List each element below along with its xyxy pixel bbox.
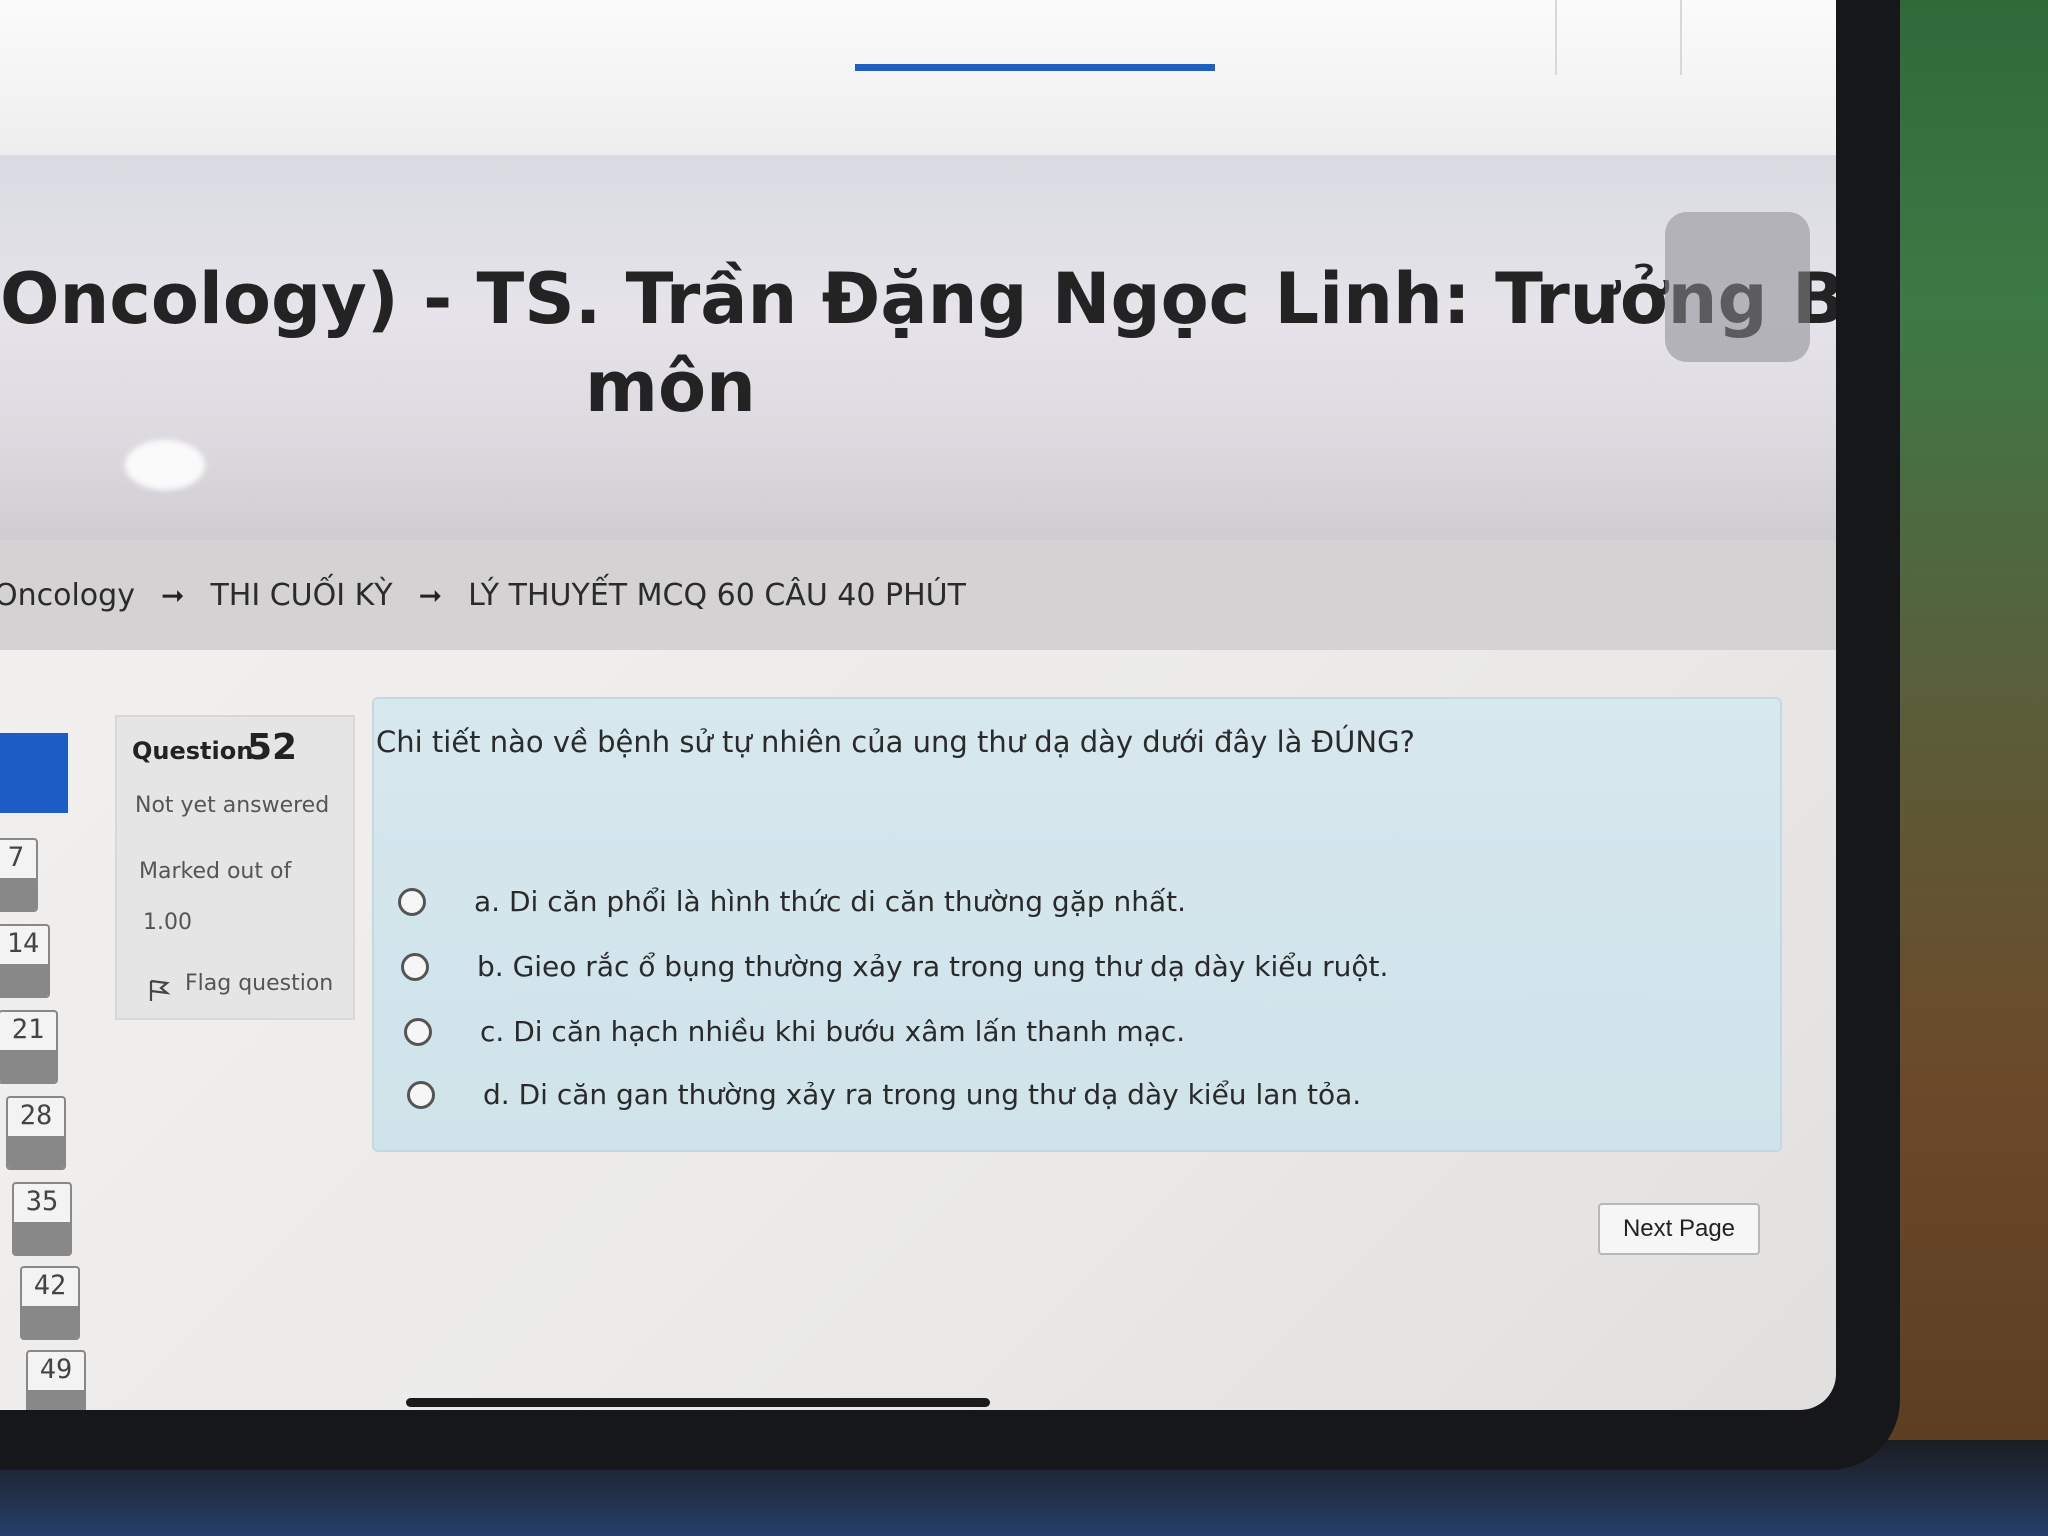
breadcrumb-item-course[interactable]: Oncology: [0, 578, 135, 613]
screen-glare: [125, 440, 205, 490]
quiz-nav-number: 28: [19, 1100, 53, 1131]
course-header-banner: [0, 155, 1836, 540]
desk-background: [1880, 0, 2048, 1536]
breadcrumb-arrow-icon: ➞: [160, 578, 185, 612]
quiz-nav-status-bar: [0, 878, 36, 910]
next-page-button[interactable]: Next Page: [1598, 1203, 1760, 1255]
quiz-nav-button-28[interactable]: 28: [6, 1096, 66, 1170]
marked-out-of-value: 1.00: [143, 910, 192, 935]
answer-option-a[interactable]: a. Di căn phổi là hình thức di căn thườn…: [398, 885, 1186, 918]
answer-label-d[interactable]: d. Di căn gan thường xảy ra trong ung th…: [483, 1078, 1361, 1111]
quiz-nav-status-bar: [0, 1050, 56, 1082]
marked-out-of-label: Marked out of: [139, 859, 292, 884]
answer-option-c[interactable]: c. Di căn hạch nhiều khi bướu xâm lấn th…: [404, 1015, 1185, 1048]
page-title-continuation: môn: [585, 346, 756, 428]
question-info-box: Question 52 Not yet answered Marked out …: [115, 715, 355, 1020]
question-label: Question: [132, 737, 254, 765]
page-title: Oncology) - TS. Trần Đặng Ngọc Linh: Trư…: [0, 258, 1836, 340]
tablet-bezel: Oncology) - TS. Trần Đặng Ngọc Linh: Trư…: [0, 0, 1900, 1470]
question-text: Chi tiết nào về bệnh sử tự nhiên của ung…: [376, 725, 1415, 759]
quiz-nav-button-42[interactable]: 42: [20, 1266, 80, 1340]
quiz-nav-status-bar: [14, 1222, 70, 1254]
menu-button[interactable]: [1665, 212, 1810, 362]
topbar-divider: [1680, 0, 1682, 75]
answer-label-a[interactable]: a. Di căn phổi là hình thức di căn thườn…: [474, 885, 1186, 918]
breadcrumb-item-final-exam[interactable]: THI CUỐI KỲ: [210, 578, 392, 613]
quiz-nav-number: 7: [7, 842, 25, 873]
quiz-nav-button-49[interactable]: 49: [26, 1350, 86, 1410]
quiz-nav-number: 21: [11, 1014, 45, 1045]
quiz-nav-button-21[interactable]: 21: [0, 1010, 58, 1084]
question-status: Not yet answered: [135, 793, 330, 818]
answer-label-c[interactable]: c. Di căn hạch nhiều khi bướu xâm lấn th…: [480, 1015, 1185, 1048]
quiz-nav-number: 35: [25, 1186, 59, 1217]
answer-label-b[interactable]: b. Gieo rắc ổ bụng thường xảy ra trong u…: [477, 950, 1388, 983]
quiz-nav-current-block[interactable]: [0, 733, 68, 813]
active-tab-indicator: [855, 64, 1215, 71]
radio-button-b[interactable]: [401, 952, 429, 981]
answer-option-d[interactable]: d. Di căn gan thường xảy ra trong ung th…: [407, 1078, 1361, 1111]
flag-question-link[interactable]: Flag question: [185, 971, 333, 996]
topbar-divider: [1555, 0, 1557, 75]
quiz-nav-button-7[interactable]: 7: [0, 838, 38, 912]
answer-option-b[interactable]: b. Gieo rắc ổ bụng thường xảy ra trong u…: [401, 950, 1388, 983]
breadcrumb-item-quiz[interactable]: LÝ THUYẾT MCQ 60 CÂU 40 PHÚT: [468, 578, 966, 613]
quiz-nav-status-bar: [0, 964, 48, 996]
radio-button-d[interactable]: [407, 1080, 435, 1109]
quiz-nav-status-bar: [8, 1136, 64, 1168]
top-navigation-bar: [0, 0, 1836, 155]
quiz-nav-status-bar: [28, 1390, 84, 1410]
quiz-nav-number: 42: [33, 1270, 67, 1301]
breadcrumb: Oncology ➞ THI CUỐI KỲ ➞ LÝ THUYẾT MCQ 6…: [0, 540, 1836, 650]
question-number: 52: [247, 727, 298, 768]
tablet-screen: Oncology) - TS. Trần Đặng Ngọc Linh: Trư…: [0, 0, 1836, 1410]
flag-icon[interactable]: [147, 977, 173, 1003]
quiz-nav-button-14[interactable]: 14: [0, 924, 50, 998]
radio-button-c[interactable]: [404, 1017, 432, 1046]
quiz-nav-number: 49: [39, 1354, 73, 1385]
radio-button-a[interactable]: [398, 887, 426, 916]
quiz-nav-button-35[interactable]: 35: [12, 1182, 72, 1256]
breadcrumb-arrow-icon: ➞: [418, 578, 443, 612]
quiz-nav-status-bar: [22, 1306, 78, 1338]
home-indicator[interactable]: [406, 1398, 990, 1407]
quiz-nav-number: 14: [6, 928, 40, 959]
